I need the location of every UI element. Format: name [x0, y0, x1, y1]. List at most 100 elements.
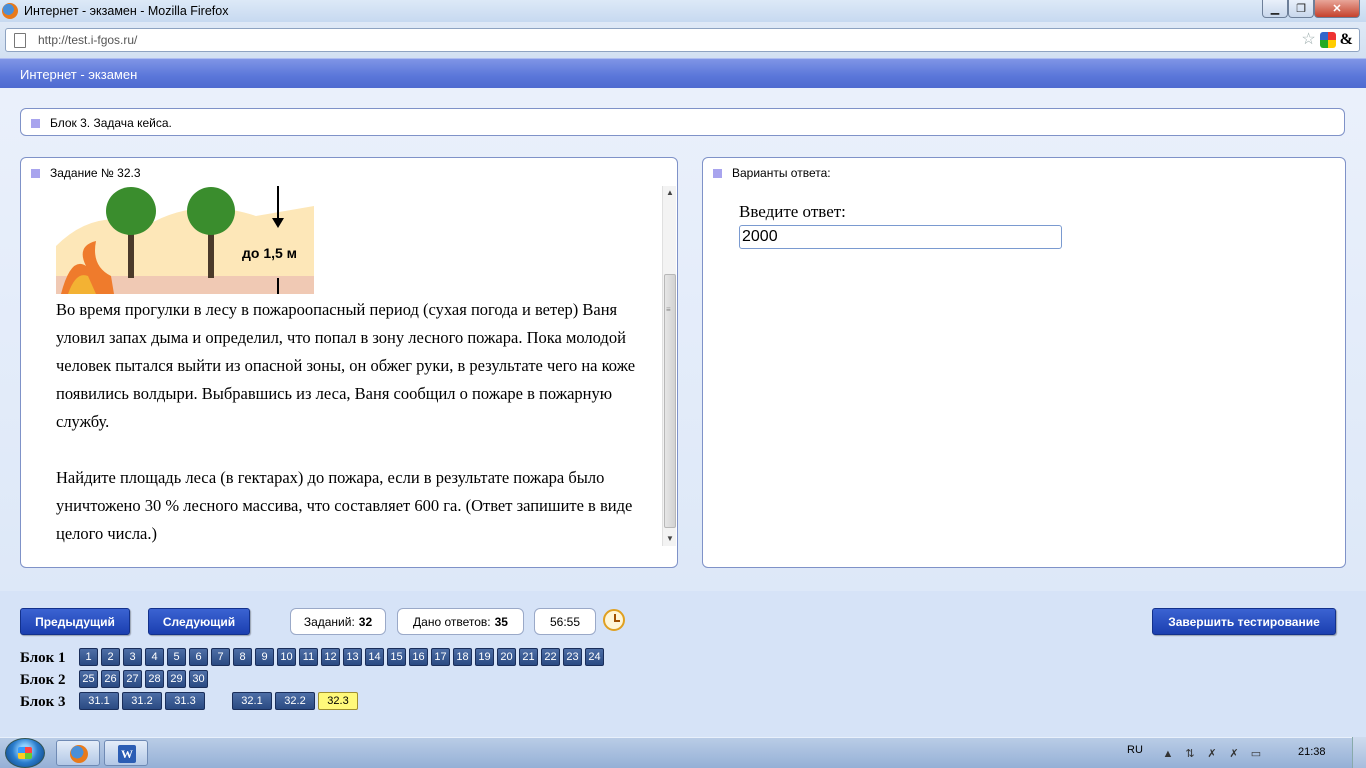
- question-button[interactable]: 6: [189, 648, 208, 666]
- forest-fire-illustration: до 1,5 м: [56, 186, 314, 294]
- scroll-grip-icon: ≡: [666, 305, 671, 314]
- tasks-count-label: Заданий:: [303, 614, 355, 629]
- volume-icon[interactable]: ✗: [1226, 746, 1242, 762]
- timer-badge: 56:55: [534, 608, 596, 635]
- question-button[interactable]: 16: [409, 648, 428, 666]
- start-button[interactable]: [5, 738, 45, 768]
- question-button[interactable]: 26: [101, 670, 120, 688]
- answer-prompt: Введите ответ:: [739, 202, 846, 221]
- monitor-icon[interactable]: ▭: [1248, 746, 1264, 762]
- question-button[interactable]: 21: [519, 648, 538, 666]
- question-button[interactable]: 24: [585, 648, 604, 666]
- next-button[interactable]: Следующий: [148, 608, 250, 635]
- show-hidden-icons-icon[interactable]: ▲: [1160, 746, 1176, 762]
- question-button[interactable]: 23: [563, 648, 582, 666]
- question-button[interactable]: 7: [211, 648, 230, 666]
- question-button[interactable]: 27: [123, 670, 142, 688]
- block-heading-panel: Блок 3. Задача кейса.: [20, 108, 1345, 136]
- question-button[interactable]: 32.3: [318, 692, 358, 710]
- question-button[interactable]: 14: [365, 648, 384, 666]
- browser-navbar: http://test.i-fgos.ru/ ☆ &: [0, 22, 1366, 58]
- network-icon[interactable]: ⇅: [1182, 746, 1198, 762]
- maximize-button[interactable]: ❐: [1288, 0, 1314, 18]
- question-button[interactable]: 25: [79, 670, 98, 688]
- firefox-icon: [2, 3, 18, 19]
- previous-button[interactable]: Предыдущий: [20, 608, 130, 635]
- question-button[interactable]: 19: [475, 648, 494, 666]
- question-button[interactable]: 9: [255, 648, 274, 666]
- question-button[interactable]: 32.2: [275, 692, 315, 710]
- question-button[interactable]: 20: [497, 648, 516, 666]
- system-tray: ▲ ⇅ ✗ ✗ ▭: [1160, 746, 1264, 762]
- question-button[interactable]: 10: [277, 648, 296, 666]
- google-toolbar-icon[interactable]: [1319, 32, 1336, 48]
- block-2-label: Блок 2: [20, 672, 66, 688]
- answers-heading: Варианты ответа:: [732, 166, 831, 180]
- block-heading: Блок 3. Задача кейса.: [50, 116, 172, 130]
- bullet-square-icon: [31, 169, 40, 179]
- task-text: Во время прогулки в лесу в пожароопасный…: [56, 296, 646, 548]
- task-heading: Задание № 32.3: [50, 166, 141, 180]
- minimize-button[interactable]: ▁: [1262, 0, 1288, 18]
- taskbar-firefox-button[interactable]: [56, 740, 100, 766]
- answers-count-badge: Дано ответов: 35: [397, 608, 524, 635]
- block-3-label: Блок 3: [20, 694, 66, 710]
- flag-icon[interactable]: ✗: [1204, 746, 1220, 762]
- question-button[interactable]: 30: [189, 670, 208, 688]
- page-icon: [14, 32, 26, 48]
- question-button[interactable]: 22: [541, 648, 560, 666]
- word-icon: W: [118, 745, 136, 763]
- bullet-square-icon: [713, 169, 722, 179]
- app-header: Интернет - экзамен: [0, 58, 1366, 88]
- question-button[interactable]: 15: [387, 648, 406, 666]
- answers-count-label: Дано ответов:: [413, 614, 491, 629]
- timer-value: 56:55: [549, 614, 581, 629]
- task-content: до 1,5 м Во время прогулки в лесу в пожа…: [56, 186, 661, 548]
- scroll-up-arrow-icon[interactable]: ▲: [663, 186, 677, 200]
- question-button[interactable]: 1: [79, 648, 98, 666]
- question-button[interactable]: 3: [123, 648, 142, 666]
- question-button[interactable]: 28: [145, 670, 164, 688]
- question-button[interactable]: 12: [321, 648, 340, 666]
- task-paragraph-2: Найдите площадь леса (в гектарах) до пож…: [56, 468, 633, 543]
- taskbar-clock[interactable]: 21:38: [1298, 746, 1326, 758]
- question-button[interactable]: 17: [431, 648, 450, 666]
- question-button[interactable]: 31.2: [122, 692, 162, 710]
- illustration-caption: до 1,5 м: [242, 245, 297, 261]
- question-button[interactable]: 18: [453, 648, 472, 666]
- scroll-down-arrow-icon[interactable]: ▼: [663, 532, 677, 546]
- ampersand-addon-icon[interactable]: &: [1340, 32, 1353, 48]
- task-paragraph-1: Во время прогулки в лесу в пожароопасный…: [56, 300, 636, 431]
- question-button[interactable]: 29: [167, 670, 186, 688]
- close-button[interactable]: ✕: [1314, 0, 1360, 18]
- address-bar[interactable]: http://test.i-fgos.ru/ ☆ &: [5, 28, 1360, 52]
- question-button[interactable]: 2: [101, 648, 120, 666]
- taskbar-word-button[interactable]: W: [104, 740, 148, 766]
- url-text[interactable]: http://test.i-fgos.ru/: [38, 33, 137, 47]
- task-scrollbar[interactable]: ▲ ≡ ▼: [662, 186, 676, 546]
- question-button[interactable]: 31.3: [165, 692, 205, 710]
- question-button[interactable]: 8: [233, 648, 252, 666]
- bookmark-star-icon[interactable]: ☆: [1301, 32, 1315, 48]
- question-button[interactable]: 32.1: [232, 692, 272, 710]
- bullet-square-icon: [31, 119, 40, 129]
- question-button[interactable]: 11: [299, 648, 318, 666]
- answers-count-value: 35: [494, 614, 508, 629]
- tasks-count-value: 32: [358, 614, 373, 629]
- show-desktop-button[interactable]: [1352, 737, 1366, 768]
- firefox-icon: [70, 745, 88, 763]
- block-1-label: Блок 1: [20, 650, 66, 666]
- finish-test-button[interactable]: Завершить тестирование: [1152, 608, 1336, 635]
- task-panel: Задание № 32.3 до 1,5 м Во время прогулк…: [20, 157, 678, 568]
- answer-panel: Варианты ответа: Введите ответ:: [702, 157, 1346, 568]
- tasks-count-badge: Заданий: 32: [290, 608, 386, 635]
- language-indicator[interactable]: RU: [1127, 744, 1143, 756]
- question-button[interactable]: 31.1: [79, 692, 119, 710]
- window-titlebar: Интернет - экзамен - Mozilla Firefox: [0, 0, 1366, 22]
- app-title: Интернет - экзамен: [20, 67, 138, 82]
- alarm-clock-icon: [603, 609, 625, 631]
- question-button[interactable]: 13: [343, 648, 362, 666]
- question-button[interactable]: 4: [145, 648, 164, 666]
- answer-input[interactable]: [739, 225, 1062, 249]
- question-button[interactable]: 5: [167, 648, 186, 666]
